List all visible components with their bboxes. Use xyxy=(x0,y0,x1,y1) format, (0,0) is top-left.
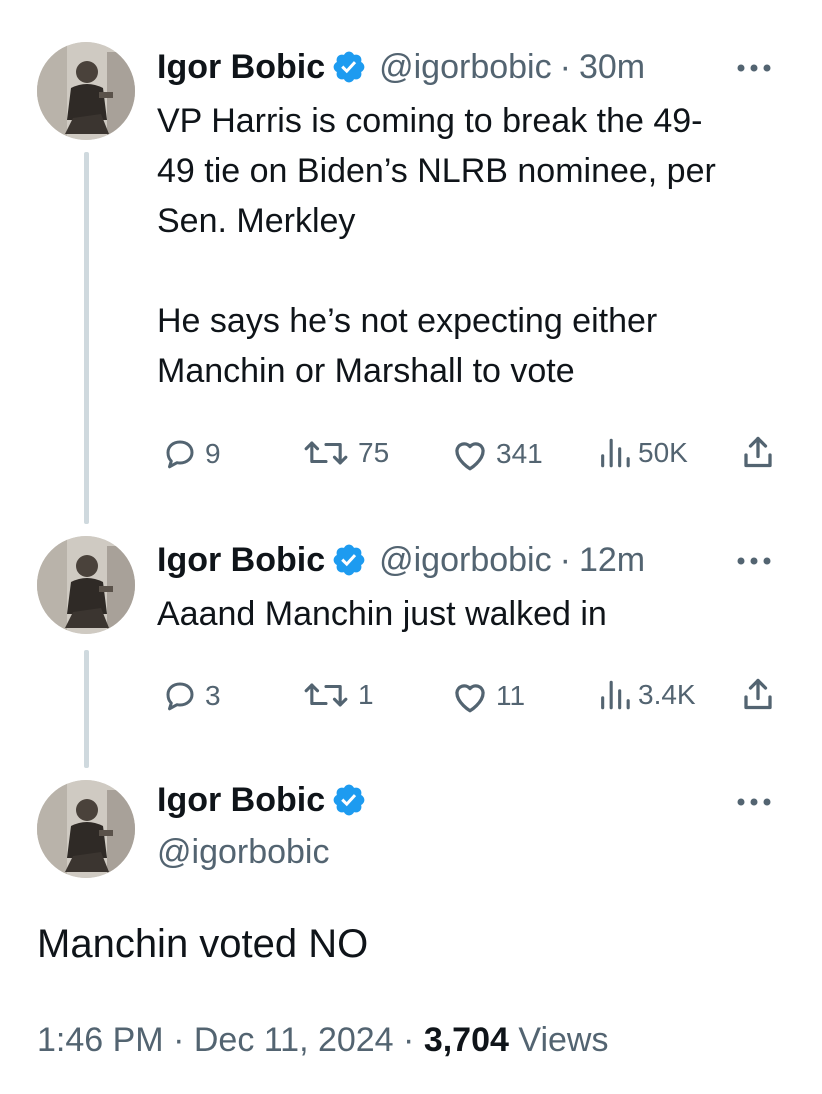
avatar[interactable] xyxy=(37,536,135,634)
views-icon xyxy=(601,438,630,468)
author-handle[interactable]: @igorbobic xyxy=(379,540,552,580)
author-name[interactable]: Igor Bobic xyxy=(157,780,325,820)
avatar[interactable] xyxy=(37,780,135,878)
heart-icon xyxy=(455,684,485,713)
avatar[interactable] xyxy=(37,42,135,140)
more-icon[interactable] xyxy=(734,58,774,78)
avatar-photo xyxy=(37,42,135,140)
tweet-header: Igor Bobic @igorbobic · 30m xyxy=(157,47,645,87)
views-label: Views xyxy=(518,1021,609,1059)
share-icon[interactable] xyxy=(740,676,776,712)
thread-connector-line xyxy=(84,152,89,524)
tweet-time[interactable]: 1:46 PM xyxy=(37,1021,164,1059)
like-button[interactable]: 11 xyxy=(450,678,525,714)
views-button[interactable]: 3.4K xyxy=(596,678,696,712)
views-icon xyxy=(601,680,630,710)
separator: · xyxy=(559,48,571,86)
reply-icon xyxy=(166,440,194,469)
tweet-text: Manchin voted NO xyxy=(37,922,369,966)
separator: · xyxy=(403,1021,415,1059)
tweet-header: Igor Bobic xyxy=(157,780,367,820)
avatar-photo xyxy=(37,536,135,634)
tweet-text: Aaand Manchin just walked in xyxy=(157,595,607,633)
more-icon[interactable] xyxy=(734,551,774,571)
timestamp[interactable]: 12m xyxy=(579,540,645,580)
reply-icon xyxy=(166,682,194,711)
repost-button[interactable]: 1 xyxy=(300,678,374,712)
tweet-date[interactable]: Dec 11, 2024 xyxy=(194,1021,394,1059)
author-name[interactable]: Igor Bobic xyxy=(157,540,325,580)
reply-button[interactable]: 3 xyxy=(161,678,221,714)
verified-badge-icon xyxy=(333,544,365,576)
separator: · xyxy=(559,541,571,579)
views-count: 3,704 xyxy=(423,1021,509,1059)
author-handle[interactable]: @igorbobic xyxy=(379,47,552,87)
repost-icon xyxy=(304,683,348,707)
tweet-text: VP Harris is coming to break the 49- 49 … xyxy=(157,102,716,390)
separator: · xyxy=(173,1021,185,1059)
tweet-meta: 1:46 PM · Dec 11, 2024 · 3,704 Views xyxy=(37,1018,608,1062)
reply-button[interactable]: 9 xyxy=(161,436,221,472)
more-icon[interactable] xyxy=(734,792,774,812)
share-icon[interactable] xyxy=(740,434,776,470)
author-handle[interactable]: @igorbobic xyxy=(157,832,330,872)
reply-count: 9 xyxy=(205,438,221,469)
like-button[interactable]: 341 xyxy=(450,436,543,472)
repost-icon xyxy=(304,441,348,465)
heart-icon xyxy=(455,442,485,471)
verified-badge-icon xyxy=(333,784,365,816)
view-count: 50K xyxy=(638,437,688,468)
timestamp[interactable]: 30m xyxy=(579,47,645,87)
verified-badge-icon xyxy=(333,51,365,83)
tweet-header: Igor Bobic @igorbobic · 12m xyxy=(157,540,645,580)
like-count: 341 xyxy=(496,438,543,469)
avatar-photo xyxy=(37,780,135,878)
repost-count: 75 xyxy=(358,437,390,468)
reply-count: 3 xyxy=(205,680,221,711)
repost-count: 1 xyxy=(358,679,374,710)
views-button[interactable]: 50K xyxy=(596,436,688,470)
thread-connector-line xyxy=(84,650,89,768)
repost-button[interactable]: 75 xyxy=(300,436,389,470)
like-count: 11 xyxy=(496,680,526,711)
view-count: 3.4K xyxy=(638,679,696,710)
author-name[interactable]: Igor Bobic xyxy=(157,47,325,87)
